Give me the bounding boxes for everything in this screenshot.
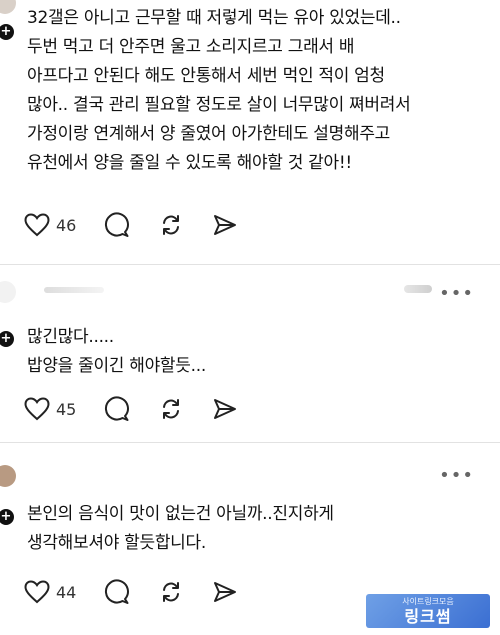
repost-icon: [163, 399, 180, 419]
watermark-title: 링크썸: [404, 607, 452, 626]
post-actions: 44: [24, 579, 266, 605]
post-actions: 46: [24, 212, 266, 238]
plus-icon[interactable]: +: [0, 507, 16, 527]
share-button[interactable]: [212, 579, 238, 605]
post-text: 본인의 음식이 맛이 없는건 아닐까..진지하게 생각해보셔야 할듯합니다.: [27, 504, 334, 553]
heart-icon: [24, 580, 50, 604]
repost-button[interactable]: [158, 396, 184, 422]
site-watermark-logo: 사이트링크모음 링크썸: [366, 594, 490, 628]
like-button[interactable]: 46: [24, 213, 76, 237]
avatar[interactable]: [0, 465, 16, 487]
more-dots-icon: •••: [439, 283, 474, 304]
watermark-caption: 사이트링크모음: [402, 597, 454, 606]
repost-icon: [163, 215, 180, 235]
comment-button[interactable]: [104, 579, 130, 605]
comment-bubble-icon: [105, 396, 130, 421]
repost-icon: [163, 582, 180, 602]
more-options-button[interactable]: •••: [439, 465, 474, 486]
comment-button[interactable]: [104, 212, 130, 238]
like-count: 45: [56, 399, 77, 419]
share-button[interactable]: [212, 396, 238, 422]
send-icon: [214, 215, 237, 235]
repost-button[interactable]: [158, 579, 184, 605]
blurred-username: [44, 287, 104, 293]
like-button[interactable]: 44: [24, 580, 76, 604]
comment-button[interactable]: [104, 396, 130, 422]
more-options-button[interactable]: •••: [439, 283, 474, 304]
repost-button[interactable]: [158, 212, 184, 238]
comment-bubble-icon: [105, 212, 130, 237]
post-text: 32갤은 아니고 근무할 때 저렇게 먹는 유아 있었는데.. 두번 먹고 더 …: [27, 8, 411, 173]
avatar[interactable]: [0, 0, 16, 14]
like-button[interactable]: 45: [24, 397, 76, 421]
like-count: 46: [56, 215, 77, 235]
more-dots-icon: •••: [439, 465, 474, 486]
post-text: 많긴많다..... 밥양을 줄이긴 해야할듯...: [27, 327, 206, 376]
plus-icon[interactable]: +: [0, 22, 16, 42]
post-divider: [0, 264, 500, 265]
send-icon: [214, 582, 237, 602]
post-divider: [0, 442, 500, 443]
post-actions: 45: [24, 396, 266, 422]
send-icon: [214, 399, 237, 419]
avatar[interactable]: [0, 281, 16, 303]
blurred-timestamp: [404, 285, 432, 293]
heart-icon: [24, 213, 50, 237]
comment-bubble-icon: [105, 579, 130, 604]
heart-icon: [24, 397, 50, 421]
like-count: 44: [56, 582, 77, 602]
share-button[interactable]: [212, 212, 238, 238]
plus-icon[interactable]: +: [0, 329, 16, 349]
